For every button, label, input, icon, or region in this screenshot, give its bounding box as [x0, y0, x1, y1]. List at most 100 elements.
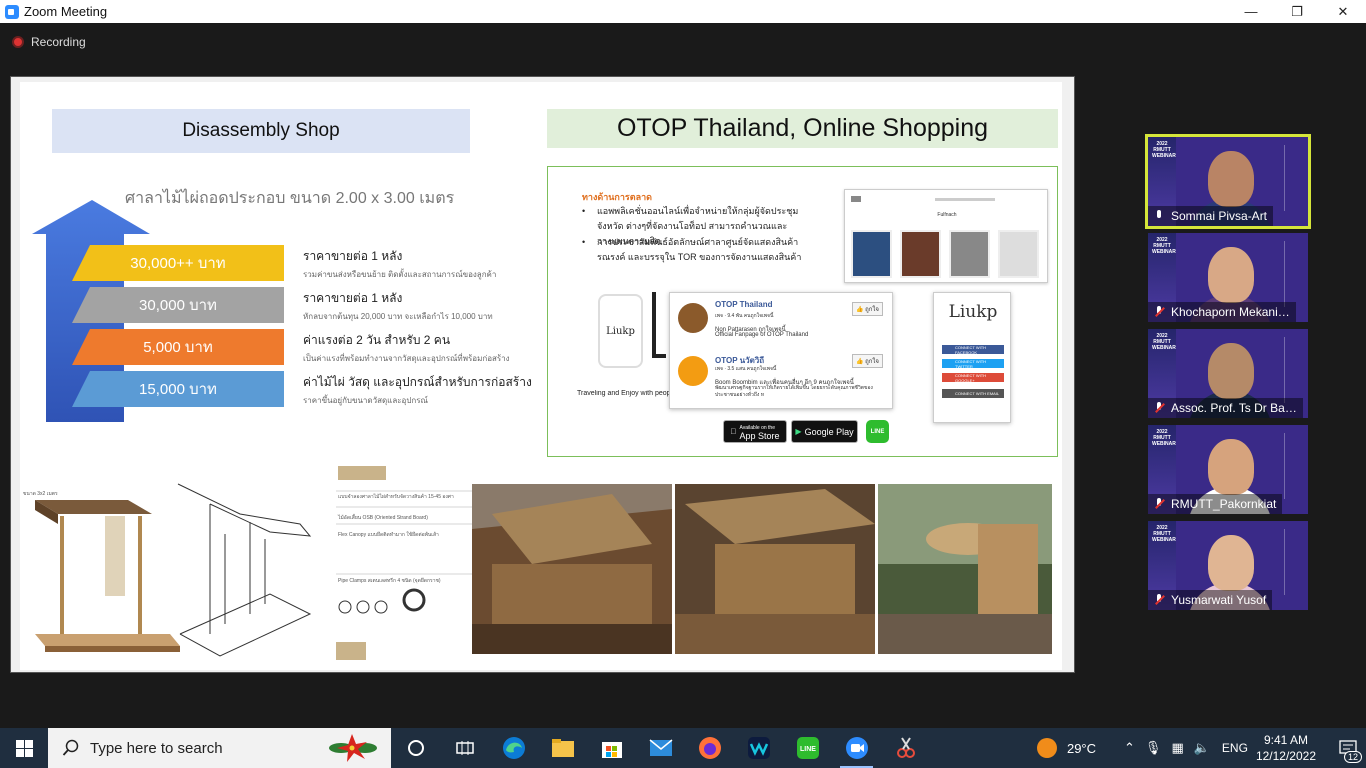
zoom-app-icon — [5, 4, 19, 19]
otop-logo — [678, 303, 708, 333]
liukp-logo: Liukp — [948, 302, 998, 322]
drawing-label: แบบจำลองศาลาไม้ไผ่สำหรับจัดวางสินค้า 15-… — [338, 494, 454, 500]
svg-text:LINE: LINE — [800, 746, 816, 753]
price-desc-title: ราคาขายต่อ 1 หลัง — [303, 291, 403, 305]
maximize-button[interactable]: ❐ — [1274, 0, 1320, 23]
price-desc-text: หักลบจากต้นทุน 20,000 บาท จะเหลือกำไร 10… — [303, 312, 493, 321]
recording-icon — [12, 36, 24, 48]
participant-tile[interactable]: 2022 RMUTT WEBINAR Khochaporn Mekani… — [1148, 233, 1308, 322]
price-desc-title: ราคาขายต่อ 1 หลัง — [303, 249, 403, 263]
weather-temperature[interactable]: 29°C — [1067, 741, 1096, 756]
volume-icon[interactable]: 🔈 — [1194, 740, 1210, 756]
meeting-area: Recording Disassembly Shop OTOP Thailand… — [0, 23, 1366, 728]
firefox-icon — [698, 737, 721, 759]
taskbar-app-firefox[interactable] — [685, 728, 734, 768]
participant-tile[interactable]: 2022 RMUTT WEBINAR RMUTT_Pakornkiat — [1148, 425, 1308, 514]
notifications-button[interactable]: 12 — [1330, 728, 1366, 768]
taskbar-app-zoom[interactable] — [832, 728, 881, 768]
mic-muted-icon — [1153, 594, 1165, 606]
participant-face — [1208, 535, 1254, 591]
search-icon — [62, 739, 79, 756]
price-bar-1: 30,000++ บาท — [72, 245, 284, 281]
participant-face — [1208, 151, 1254, 207]
snipping-tool-icon — [896, 737, 915, 758]
facebook-pages-card: OTOP Thailand เพจ · 9.4 พัน คนถูกใจเพจนี… — [669, 292, 893, 409]
microphone-icon[interactable]: 🎙 — [1145, 740, 1162, 756]
google-connect-button: CONNECT WITH GOOGLE+ — [942, 373, 1004, 383]
otop-header: OTOP Thailand, Online Shopping — [547, 109, 1058, 148]
logo-fragment — [652, 292, 666, 358]
folder-icon — [551, 739, 574, 757]
fb-page-meta: เพจ · 3.5 แสน คนถูกใจเพจนี้ — [715, 366, 777, 372]
sala-photo-2 — [675, 484, 875, 654]
fb-like-button: 👍 ถูกใจ — [852, 302, 883, 316]
edge-icon — [502, 737, 525, 759]
price-desc-text: เป็นค่าแรงที่พร้อมทำงานจากวัสดุและอุปกรณ… — [303, 354, 510, 363]
website-screenshot: Fulfnach — [844, 189, 1048, 283]
marketing-bullet-text: การประชาสัมพันธ์อัตลักษณ์ศาลาศูนย์จัดแสด… — [597, 237, 802, 262]
website-title: Fulfnach — [937, 212, 957, 218]
facebook-connect-button: CONNECT WITH FACEBOOK — [942, 345, 1004, 355]
taskbar-app-webex[interactable] — [734, 728, 783, 768]
mic-muted-icon — [1153, 306, 1165, 318]
cortana-icon — [407, 740, 424, 756]
taskbar-app-explorer[interactable] — [538, 728, 587, 768]
taskbar-app-mail[interactable] — [636, 728, 685, 768]
taskbar-app-store[interactable] — [587, 728, 636, 768]
notification-count: 12 — [1343, 751, 1362, 763]
taskbar-app-snipping[interactable] — [881, 728, 930, 768]
drawing-label: Flex Canopy แบบยึดติดทำมาก ใช้ยึดต่อพ้นเ… — [338, 532, 439, 538]
phone-logo: Liukp — [606, 325, 635, 337]
window-titlebar: Zoom Meeting — ❐ ✕ — [0, 0, 1366, 23]
participant-tile[interactable]: 2022 RMUTT WEBINAR Assoc. Prof. Ts Dr Ba… — [1148, 329, 1308, 418]
taskbar-app-line[interactable]: LINE — [783, 728, 832, 768]
task-view-button[interactable] — [440, 728, 489, 768]
recording-label: Recording — [31, 35, 86, 49]
liukp-login-card: Liukp CONNECT WITH FACEBOOK CONNECT WITH… — [933, 292, 1011, 423]
participant-name: RMUTT_Pakornkiat — [1171, 497, 1277, 511]
price-desc-title: ค่าไม้ไผ่ วัสดุ และอุปกรณ์สำหรับการก่อสร… — [303, 375, 532, 389]
participant-face — [1208, 343, 1254, 399]
minimize-button[interactable]: — — [1228, 0, 1274, 23]
task-view-icon — [455, 741, 474, 755]
close-button[interactable]: ✕ — [1320, 0, 1366, 23]
taskbar-app-edge[interactable] — [489, 728, 538, 768]
mic-muted-icon — [1153, 498, 1165, 510]
price-value: 5,000 บาท — [143, 339, 213, 356]
drawing-label: ไม้อัดเสี้ยน OSB (Oriented Strand Board) — [338, 515, 428, 521]
phone-mockup: Liukp — [598, 294, 643, 368]
task-view-button[interactable] — [391, 728, 440, 768]
play-icon: ▶ — [795, 427, 802, 436]
sala-photo-1 — [472, 484, 672, 654]
price-bar-3: 5,000 บาท — [72, 329, 284, 365]
chevron-up-icon[interactable]: ⌃ — [1124, 740, 1135, 756]
participant-face — [1208, 439, 1254, 495]
sala-title: ศาลาไม้ไผ่ถอดประกอบ ขนาด 2.00 x 3.00 เมต… — [125, 190, 455, 207]
marketing-panel: ทางด้านการตลาด • แอพพลิเคชั่นออนไลน์เพื่อ… — [547, 166, 1058, 457]
participant-tile[interactable]: 2022 RMUTT WEBINAR Sommai Pivsa-Art — [1145, 134, 1311, 229]
twitter-connect-button: CONNECT WITH TWITTER — [942, 359, 1004, 369]
participant-tile[interactable]: 2022 RMUTT WEBINAR Yusmarwati Yusof — [1148, 521, 1308, 610]
zoom-icon — [845, 737, 868, 759]
marketing-bullet: • การประชาสัมพันธ์อัตลักษณ์ศาลาศูนย์จัดแส… — [582, 235, 817, 265]
recording-indicator[interactable]: Recording — [12, 35, 86, 49]
network-icon[interactable]: ▦ — [1171, 740, 1183, 756]
window-controls: — ❐ ✕ — [1228, 0, 1366, 23]
taskbar-clock[interactable]: 9:41 AM 12/12/2022 — [1256, 732, 1316, 764]
participant-face — [1208, 247, 1254, 303]
mic-on-icon — [1153, 210, 1165, 222]
apple-icon:  — [730, 427, 736, 436]
clock-date: 12/12/2022 — [1255, 749, 1316, 763]
google-play-label: Google Play — [804, 426, 854, 437]
sala-photo-3 — [878, 484, 1052, 654]
language-indicator[interactable]: ENG — [1222, 741, 1248, 755]
price-bar-2: 30,000 บาท — [72, 287, 284, 323]
window-title: Zoom Meeting — [24, 4, 108, 19]
start-button[interactable] — [0, 728, 48, 768]
shared-screen: Disassembly Shop OTOP Thailand, Online S… — [10, 76, 1075, 673]
app-store-badge:  Available on the App Store — [723, 420, 787, 443]
participant-name: Khochaporn Mekani… — [1171, 305, 1290, 319]
taskbar-search[interactable]: Type here to search — [48, 728, 391, 768]
weather-icon[interactable] — [1036, 738, 1057, 758]
windows-taskbar: Type here to search LINE 29°C ⌃ 🎙 ▦ 🔈 EN… — [0, 728, 1366, 768]
